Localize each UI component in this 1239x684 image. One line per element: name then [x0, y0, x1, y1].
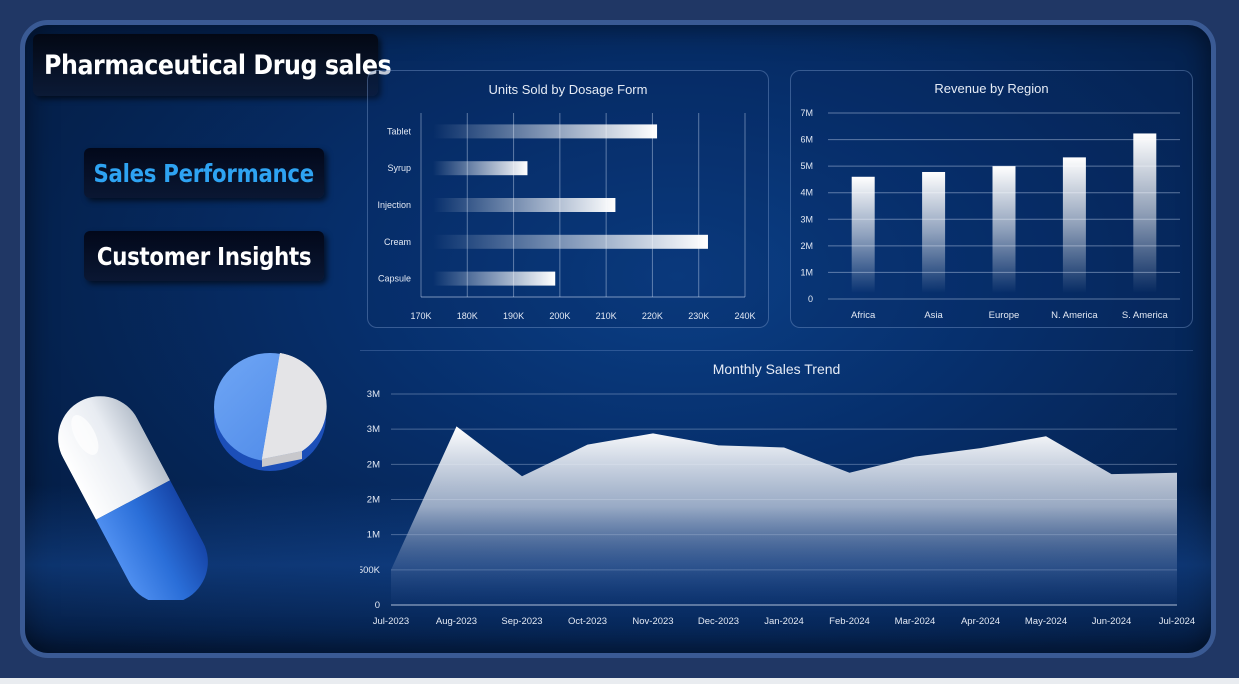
- units-bar: [433, 161, 528, 176]
- dashboard-title: Pharmaceutical Drug sales: [44, 49, 392, 81]
- trend-x-tick-label: Jan-2024: [764, 616, 804, 627]
- trend-y-tick-label: 1M: [367, 530, 380, 541]
- trend-x-tick-label: Dec-2023: [698, 616, 739, 627]
- units-x-tick-label: 220K: [642, 311, 663, 321]
- units-category-label: Tablet: [387, 126, 412, 136]
- units-bar: [433, 124, 658, 139]
- units-bar: [433, 234, 708, 249]
- units-x-tick-label: 190K: [503, 311, 524, 321]
- units-by-dosage-chart: 170K 180K 190K 200K 210K 220K 230K 240K Tablet Sy…: [377, 113, 756, 321]
- capsule-icon: [43, 381, 223, 600]
- pill-illustration: [43, 353, 327, 600]
- units-category-label: Injection: [377, 200, 411, 210]
- region-bar: [851, 176, 875, 293]
- trend-y-tick-label: 3M: [367, 389, 380, 400]
- region-category-label: Europe: [989, 310, 1020, 321]
- tablet-icon: [214, 353, 327, 471]
- trend-x-tick-label: May-2024: [1025, 616, 1067, 627]
- region-y-tick-label: 0: [808, 294, 813, 304]
- units-x-tick-label: 170K: [410, 311, 431, 321]
- units-bar: [433, 198, 616, 212]
- region-bar: [1133, 133, 1157, 293]
- trend-x-tick-label: Oct-2023: [568, 616, 607, 627]
- trend-x-tick-label: Sep-2023: [501, 616, 542, 627]
- region-bar: [992, 166, 1016, 293]
- dashboard-title-box: Pharmaceutical Drug sales: [33, 34, 392, 96]
- trend-y-tick-label: 3M: [367, 424, 380, 435]
- region-y-tick-label: 3M: [800, 214, 813, 224]
- region-y-tick-label: 7M: [800, 108, 813, 118]
- units-x-tick-label: 210K: [596, 311, 617, 321]
- trend-y-tick-label: 500K: [360, 565, 381, 576]
- units-bar: [433, 271, 556, 286]
- region-bar: [1062, 157, 1086, 293]
- trend-x-tick-label: Jul-2023: [373, 616, 409, 627]
- region-category-label: N. America: [1051, 310, 1098, 321]
- units-x-tick-label: 230K: [688, 311, 709, 321]
- region-y-tick-label: 2M: [800, 241, 813, 251]
- trend-x-tick-label: Nov-2023: [632, 616, 673, 627]
- region-y-tick-label: 5M: [800, 161, 813, 171]
- units-x-tick-label: 180K: [457, 311, 478, 321]
- customer-insights-button[interactable]: Customer Insights: [84, 231, 324, 281]
- monthly-sales-trend-card: Monthly Sales Trend 0 500K 1M 2M 2M 3M 3M Jul-2…: [360, 350, 1195, 635]
- region-y-tick-label: 4M: [800, 188, 813, 198]
- region-y-tick-label: 6M: [800, 135, 813, 145]
- units-category-label: Cream: [384, 237, 411, 247]
- region-category-label: S. America: [1122, 310, 1169, 321]
- trend-y-tick-label: 0: [375, 600, 380, 611]
- region-bar: [922, 171, 946, 293]
- region-y-tick-label: 1M: [800, 267, 813, 277]
- trend-x-tick-label: Jul-2024: [1159, 616, 1195, 627]
- trend-x-tick-label: Mar-2024: [895, 616, 936, 627]
- trend-area: [391, 426, 1177, 605]
- sales-performance-button[interactable]: Sales Performance: [84, 148, 324, 198]
- trend-x-tick-label: Apr-2024: [961, 616, 1000, 627]
- trend-x-tick-label: Jun-2024: [1092, 616, 1132, 627]
- trend-y-tick-label: 2M: [367, 459, 380, 470]
- units-x-tick-label: 200K: [549, 311, 570, 321]
- sales-performance-label: Sales Performance: [93, 158, 315, 188]
- trend-x-tick-label: Aug-2023: [436, 616, 477, 627]
- units-category-label: Capsule: [378, 274, 411, 284]
- monthly-sales-trend-chart: 0 500K 1M 2M 2M 3M 3M Jul-2023 Aug-2023 Sep-2023 O…: [360, 389, 1195, 627]
- revenue-by-region-card: Revenue by Region 0 1M 2M 3M 4M 5M 6M 7M Africa A…: [790, 70, 1193, 328]
- region-category-label: Asia: [924, 310, 943, 321]
- units-category-label: Syrup: [387, 163, 411, 173]
- customer-insights-label: Customer Insights: [96, 241, 312, 271]
- units-by-dosage-card: Units Sold by Dosage Form 170K 180K 190K 20…: [367, 70, 769, 328]
- trend-x-tick-label: Feb-2024: [829, 616, 870, 627]
- revenue-by-region-chart: 0 1M 2M 3M 4M 5M 6M 7M Africa Asia Europe N. Americ…: [800, 108, 1180, 321]
- trend-y-tick-label: 2M: [367, 495, 380, 506]
- sheet-bottom-strip: [0, 678, 1239, 684]
- units-x-tick-label: 240K: [734, 311, 755, 321]
- region-category-label: Africa: [851, 310, 876, 321]
